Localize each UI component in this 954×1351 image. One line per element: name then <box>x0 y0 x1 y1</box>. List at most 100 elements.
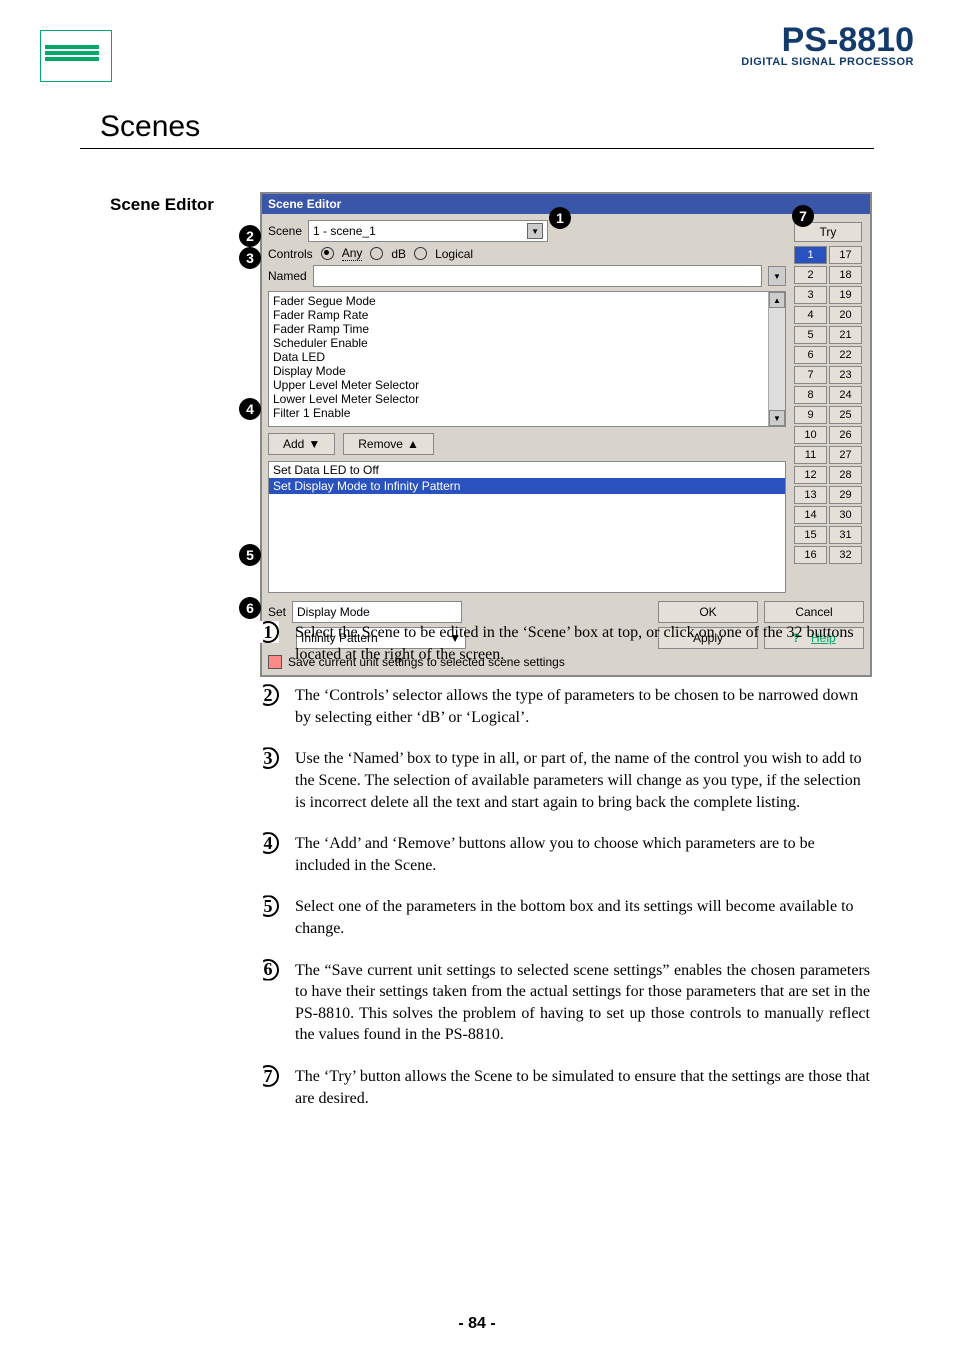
scene-num-button[interactable]: 31 <box>829 526 862 544</box>
page: PS-8810 DIGITAL SIGNAL PROCESSOR Scenes … <box>0 0 954 1351</box>
scene-num-button[interactable]: 11 <box>794 446 827 464</box>
radio-logical[interactable] <box>414 247 427 260</box>
scene-num-button[interactable]: 23 <box>829 366 862 384</box>
scene-num-button[interactable]: 26 <box>829 426 862 444</box>
list-item[interactable]: Set Data LED to Off <box>269 462 785 478</box>
para-5: 5 Select one of the parameters in the bo… <box>295 896 870 939</box>
scene-num-button[interactable]: 15 <box>794 526 827 544</box>
callout-ref-1: 1 <box>257 621 279 643</box>
list-item[interactable]: Filter 1 Enable <box>273 406 781 420</box>
list-item[interactable]: Fader Ramp Time <box>273 322 781 336</box>
para-3: 3 Use the ‘Named’ box to type in all, or… <box>295 748 870 813</box>
scrollbar[interactable]: ▲ ▼ <box>768 292 785 426</box>
para-3-text: Use the ‘Named’ box to type in all, or p… <box>295 750 862 810</box>
scene-num-button[interactable]: 1 <box>794 246 827 264</box>
set-row: Set Display Mode OK Cancel <box>268 601 864 623</box>
scene-num-button[interactable]: 16 <box>794 546 827 564</box>
para-6: 6 The “Save current unit settings to sel… <box>295 960 870 1046</box>
list-item[interactable]: Fader Segue Mode <box>273 294 781 308</box>
triangle-down-icon: ▼ <box>308 437 320 451</box>
para-2-text: The ‘Controls’ selector allows the type … <box>295 687 858 726</box>
page-title: Scenes <box>100 110 914 144</box>
remove-button[interactable]: Remove ▲ <box>343 433 434 455</box>
scene-num-button[interactable]: 28 <box>829 466 862 484</box>
scene-num-button[interactable]: 24 <box>829 386 862 404</box>
triangle-up-icon: ▲ <box>407 437 419 451</box>
scene-num-button[interactable]: 19 <box>829 286 862 304</box>
named-input[interactable] <box>313 265 762 287</box>
para-2: 2 The ‘Controls’ selector allows the typ… <box>295 685 870 728</box>
list-item[interactable]: Upper Level Meter Selector <box>273 378 781 392</box>
callout-badge-4: 4 <box>239 398 261 420</box>
cancel-button[interactable]: Cancel <box>764 601 864 623</box>
radio-logical-label: Logical <box>435 247 473 261</box>
callout-badge-1: 1 <box>549 207 571 229</box>
save-checkbox[interactable] <box>268 655 282 669</box>
scene-num-button[interactable]: 9 <box>794 406 827 424</box>
list-item[interactable]: Display Mode <box>273 364 781 378</box>
radio-any[interactable] <box>321 247 334 260</box>
window-body: Scene 1 - scene_1 ▼ Controls Any dB <box>262 214 870 675</box>
radio-db[interactable] <box>370 247 383 260</box>
ok-button[interactable]: OK <box>658 601 758 623</box>
scene-value: 1 - scene_1 <box>313 224 376 238</box>
scene-label: Scene <box>268 224 302 238</box>
callout-ref-5: 5 <box>257 895 279 917</box>
callout-badge-2: 2 <box>239 225 261 247</box>
page-number: - 84 - <box>0 1315 954 1333</box>
scene-num-button[interactable]: 18 <box>829 266 862 284</box>
callout-ref-2: 2 <box>257 684 279 706</box>
scroll-down-icon[interactable]: ▼ <box>769 410 785 426</box>
scene-num-button[interactable]: 5 <box>794 326 827 344</box>
chevron-down-icon[interactable]: ▼ <box>768 266 786 286</box>
selected-listbox[interactable]: Set Data LED to Off Set Display Mode to … <box>268 461 786 593</box>
set-value: Display Mode <box>297 605 370 619</box>
list-item[interactable]: Fader Ramp Rate <box>273 308 781 322</box>
scene-row: Scene 1 - scene_1 ▼ <box>268 220 786 242</box>
list-item-selected[interactable]: Set Display Mode to Infinity Pattern <box>269 478 785 494</box>
title-rule <box>80 148 874 149</box>
scene-num-button[interactable]: 22 <box>829 346 862 364</box>
scene-num-button[interactable]: 20 <box>829 306 862 324</box>
scene-num-button[interactable]: 2 <box>794 266 827 284</box>
list-item[interactable]: Scheduler Enable <box>273 336 781 350</box>
left-column: Scene 1 - scene_1 ▼ Controls Any dB <box>268 220 786 593</box>
scene-num-button[interactable]: 10 <box>794 426 827 444</box>
scene-num-button[interactable]: 25 <box>829 406 862 424</box>
scene-num-button[interactable]: 17 <box>829 246 862 264</box>
para-1: 1 Select the Scene to be edited in the ‘… <box>295 622 870 665</box>
scene-num-button[interactable]: 3 <box>794 286 827 304</box>
callout-ref-6: 6 <box>257 959 279 981</box>
list-item[interactable]: Lower Level Meter Selector <box>273 392 781 406</box>
scene-num-button[interactable]: 21 <box>829 326 862 344</box>
scene-num-button[interactable]: 6 <box>794 346 827 364</box>
chevron-down-icon[interactable]: ▼ <box>527 223 543 239</box>
scene-num-button[interactable]: 13 <box>794 486 827 504</box>
para-7: 7 The ‘Try’ button allows the Scene to b… <box>295 1066 870 1109</box>
callout-badge-7: 7 <box>792 205 814 227</box>
para-6-text: The “Save current unit settings to selec… <box>295 962 870 1044</box>
callout-ref-4: 4 <box>257 832 279 854</box>
controls-row: Controls Any dB Logical <box>268 246 786 261</box>
callout-ref-3: 3 <box>257 747 279 769</box>
scene-num-button[interactable]: 30 <box>829 506 862 524</box>
scene-num-button[interactable]: 7 <box>794 366 827 384</box>
scene-editor-window: Scene Editor Scene 1 - scene_1 ▼ Control… <box>260 192 872 677</box>
scene-combo[interactable]: 1 - scene_1 ▼ <box>308 220 548 242</box>
brand-block: PS-8810 DIGITAL SIGNAL PROCESSOR <box>741 25 914 68</box>
scene-num-button[interactable]: 32 <box>829 546 862 564</box>
add-button[interactable]: Add ▼ <box>268 433 335 455</box>
radio-any-label: Any <box>342 246 363 261</box>
available-listbox[interactable]: Fader Segue Mode Fader Ramp Rate Fader R… <box>268 291 786 427</box>
named-row: Named ▼ <box>268 265 786 287</box>
scene-num-button[interactable]: 8 <box>794 386 827 404</box>
scene-num-button[interactable]: 27 <box>829 446 862 464</box>
list-item[interactable]: Data LED <box>273 350 781 364</box>
logo-bars <box>45 43 99 61</box>
set-field[interactable]: Display Mode <box>292 601 462 623</box>
scene-num-button[interactable]: 4 <box>794 306 827 324</box>
scene-num-button[interactable]: 14 <box>794 506 827 524</box>
scene-num-button[interactable]: 12 <box>794 466 827 484</box>
scroll-up-icon[interactable]: ▲ <box>769 292 785 308</box>
scene-num-button[interactable]: 29 <box>829 486 862 504</box>
